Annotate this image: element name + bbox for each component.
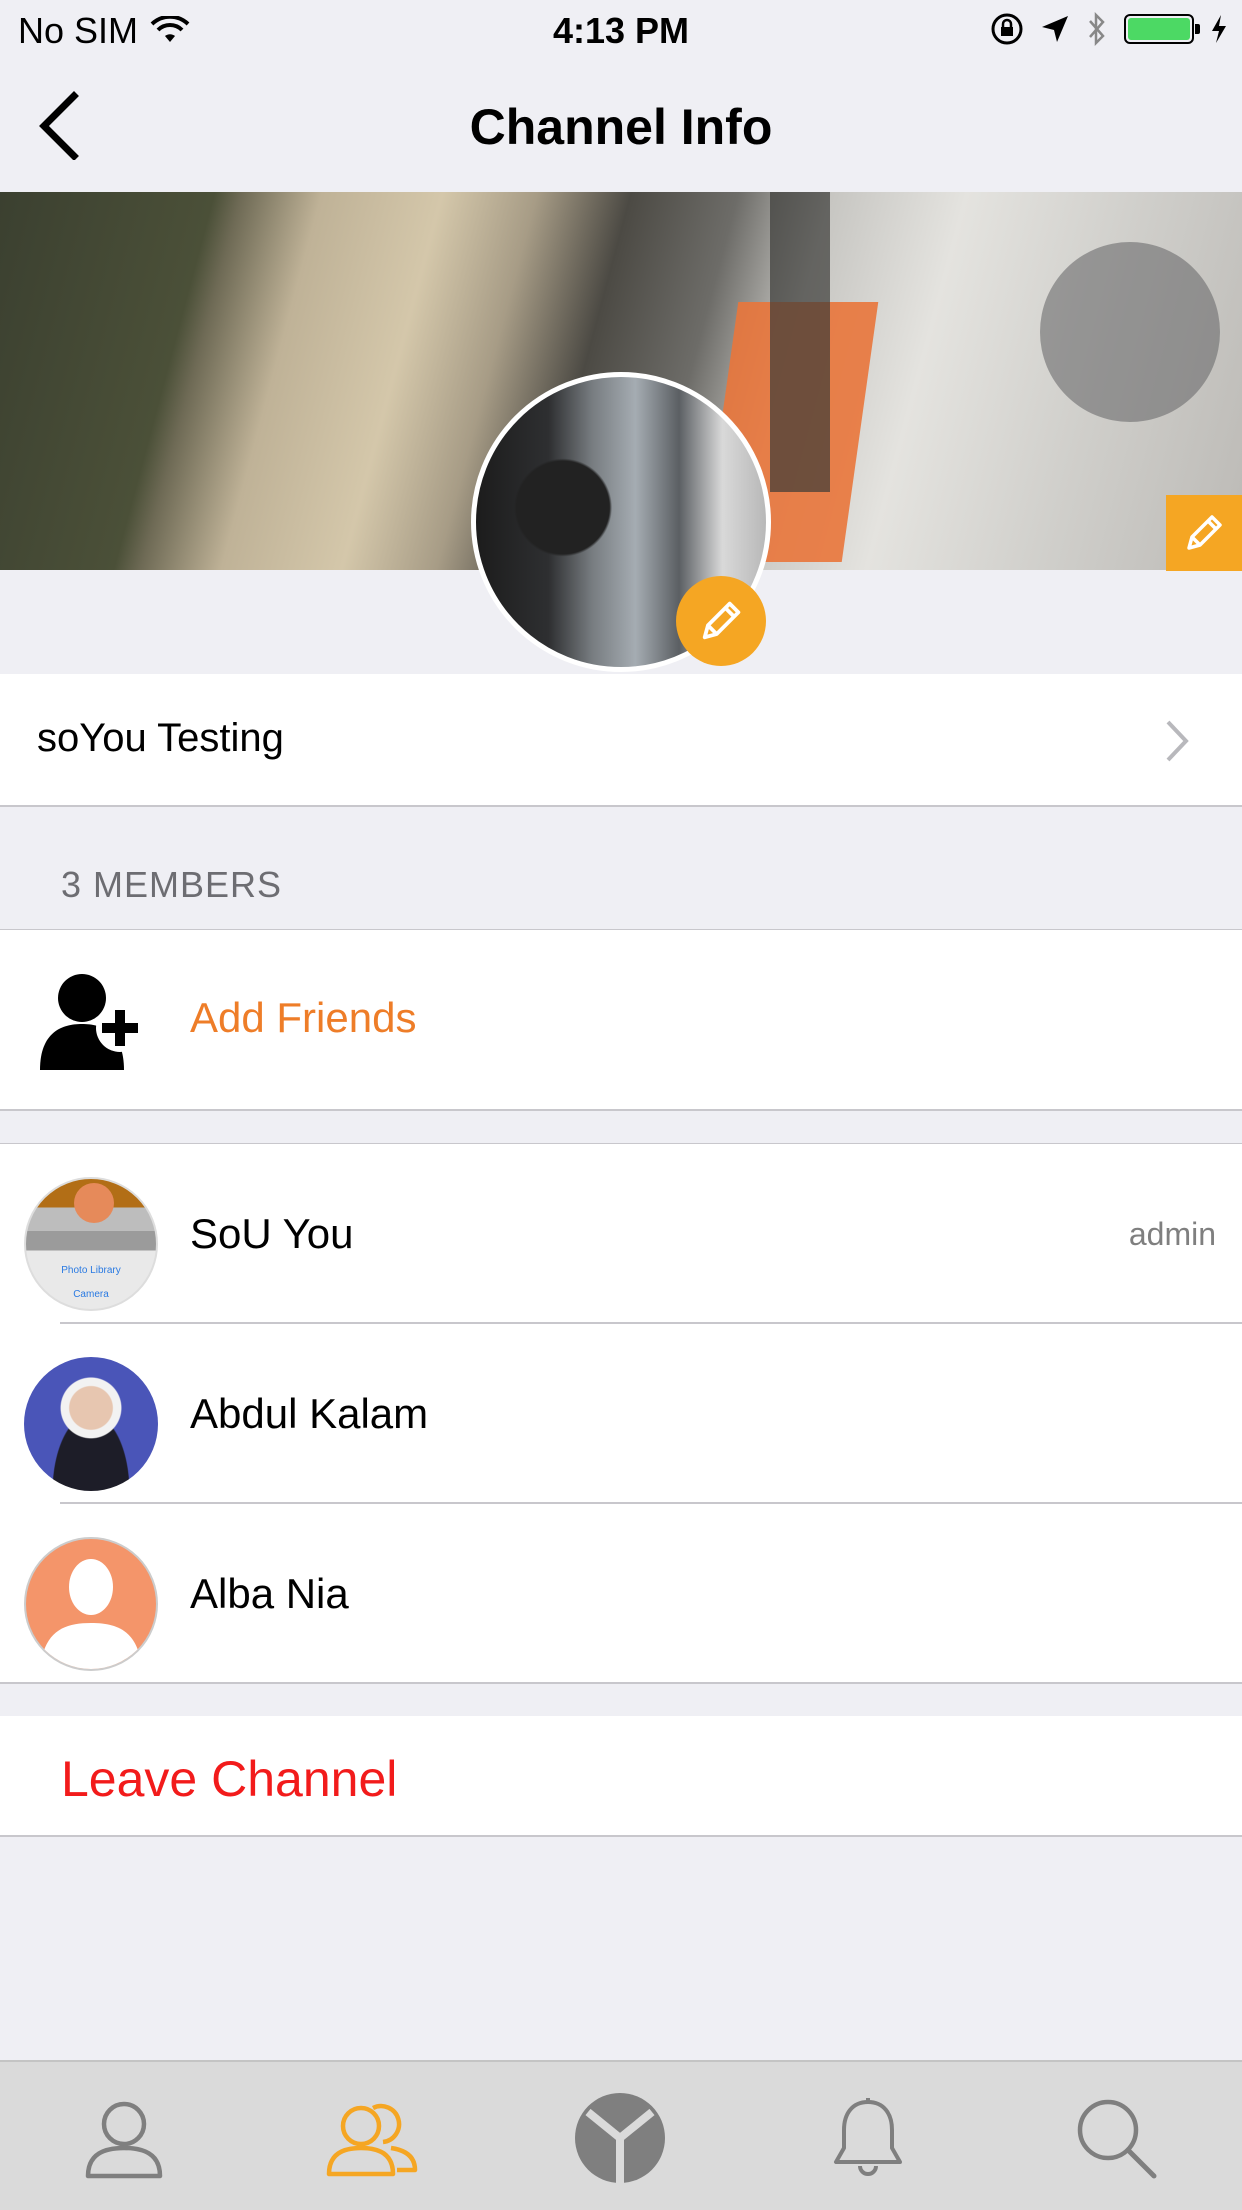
member-name: Alba Nia [190, 1570, 349, 1617]
battery-icon [1124, 14, 1200, 44]
bluetooth-icon [1089, 12, 1105, 46]
pencil-icon [1187, 515, 1222, 550]
location-icon [1042, 16, 1068, 42]
member-row[interactable]: Alba Nia [0, 1504, 1242, 1684]
channel-name-row[interactable]: soYou Testing [0, 674, 1242, 806]
rotation-lock-icon [991, 13, 1023, 45]
member-avatar: Photo Library Camera [24, 1177, 158, 1311]
channel-name: soYou Testing [37, 716, 284, 760]
profile-icon [85, 2101, 163, 2179]
search-icon [1077, 2099, 1157, 2179]
cover-decoration-dark [770, 192, 830, 492]
cover-decoration-circle [1040, 242, 1220, 422]
tab-profile[interactable] [74, 2090, 174, 2186]
member-row[interactable]: Photo Library Camera SoU You admin [0, 1144, 1242, 1324]
member-row[interactable]: Abdul Kalam [0, 1324, 1242, 1504]
page-title: Channel Info [469, 99, 773, 155]
tab-bar [0, 2060, 1242, 2210]
member-name: SoU You [190, 1210, 354, 1257]
leave-channel-button[interactable]: Leave Channel [61, 1750, 397, 1808]
status-icons [990, 12, 1228, 46]
member-name: Abdul Kalam [190, 1390, 429, 1437]
divider [0, 805, 1242, 807]
add-friends-row[interactable]: Add Friends [0, 930, 1242, 1110]
bell-icon [834, 2098, 902, 2176]
tab-search[interactable] [1066, 2090, 1166, 2186]
avatar-photo-library-text: Photo Library [61, 1265, 121, 1276]
member-avatar [24, 1537, 158, 1671]
avatar-camera-text: Camera [73, 1289, 109, 1300]
add-user-icon [40, 974, 144, 1070]
divider [0, 1835, 1242, 1837]
add-friends-label: Add Friends [190, 994, 417, 1041]
tab-notifications[interactable] [818, 2090, 918, 2186]
soyou-logo-icon [575, 2093, 665, 2184]
member-avatar [24, 1357, 158, 1491]
tab-groups[interactable] [322, 2090, 422, 2186]
chevron-right-icon [1166, 720, 1189, 762]
members-section-header: 3 MEMBERS [61, 864, 283, 905]
member-role-badge: admin [1128, 1216, 1216, 1252]
navigation-bar: Channel Info [0, 60, 1242, 192]
charging-icon [1212, 15, 1226, 43]
pencil-icon [702, 601, 741, 640]
default-person-icon [40, 1559, 142, 1669]
status-bar: No SIM 4:13 PM [0, 0, 1242, 60]
tab-home[interactable] [570, 2090, 670, 2186]
edit-cover-button[interactable] [1166, 495, 1242, 571]
group-icon [326, 2103, 418, 2177]
divider [0, 1109, 1242, 1111]
divider [0, 1682, 1242, 1684]
edit-avatar-button[interactable] [676, 576, 766, 666]
leave-channel-row[interactable]: Leave Channel [0, 1716, 1242, 1836]
